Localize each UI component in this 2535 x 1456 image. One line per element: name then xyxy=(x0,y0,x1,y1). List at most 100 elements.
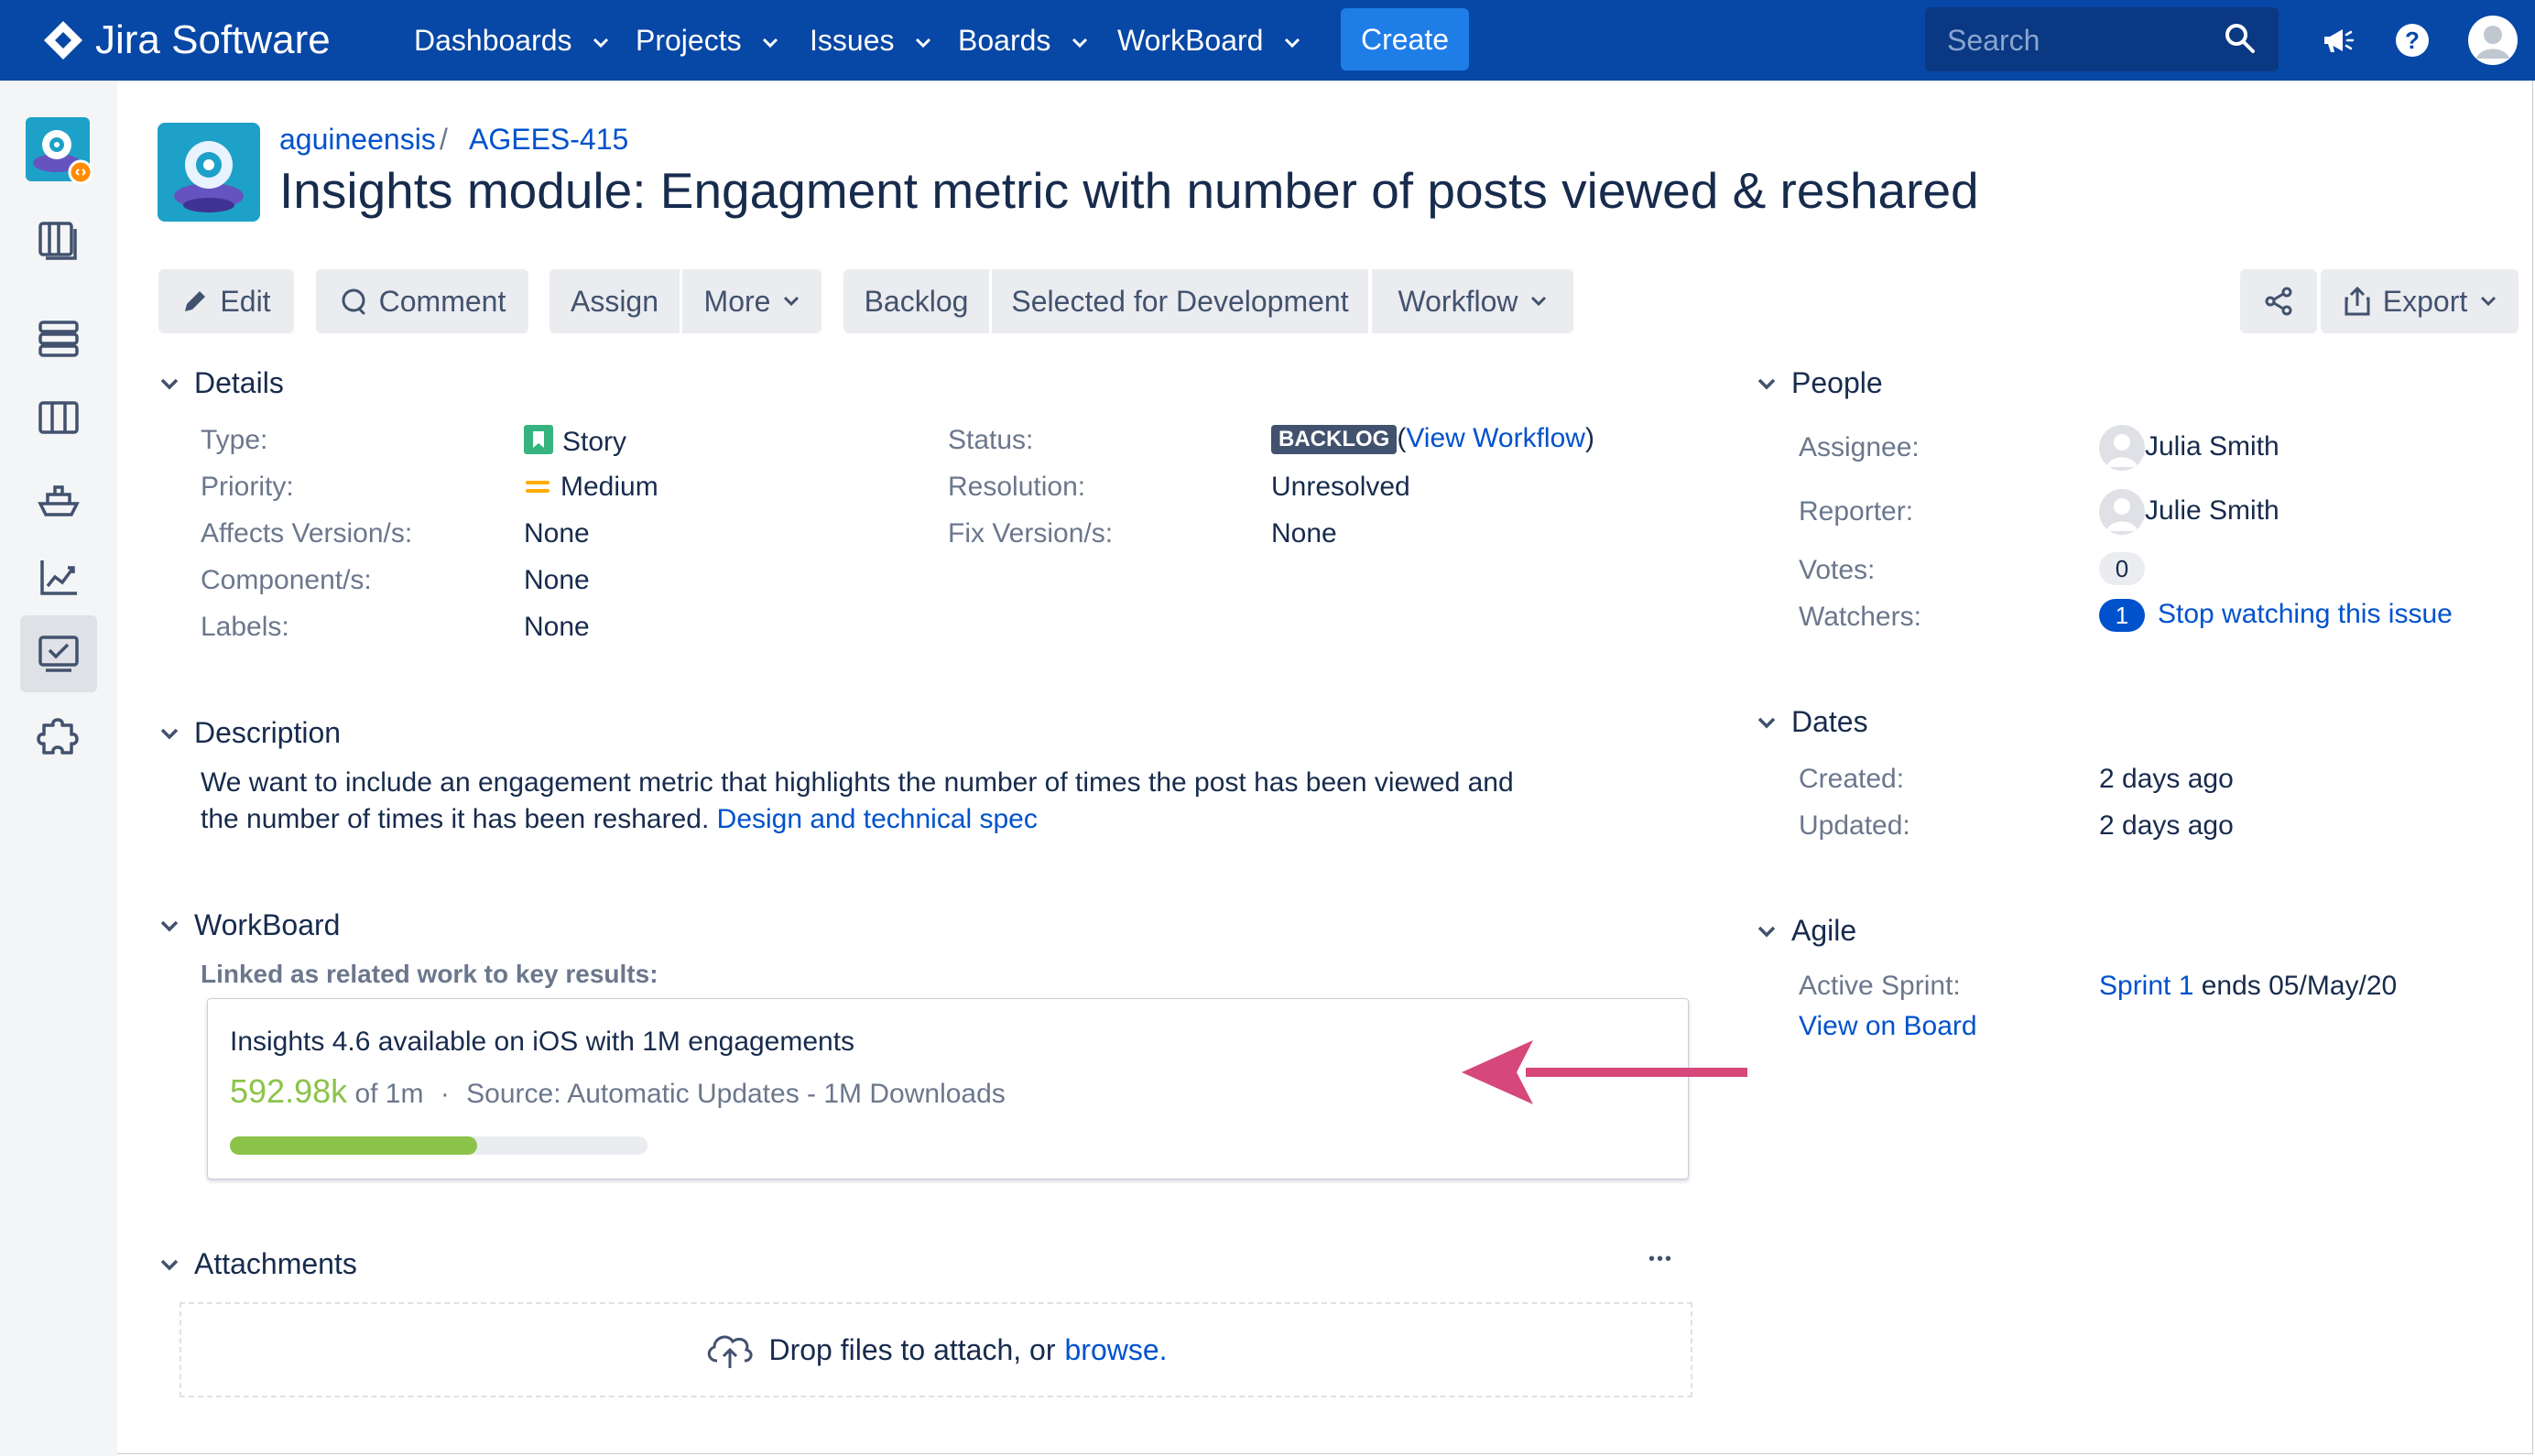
breadcrumb-issue-key[interactable]: AGEES-415 xyxy=(469,123,628,157)
nav-dashboards-label: Dashboards xyxy=(414,24,572,57)
search-icon[interactable] xyxy=(2224,22,2257,55)
chevron-down-icon xyxy=(160,728,179,739)
paren-close: ) xyxy=(1584,423,1594,453)
watchers-count-badge[interactable]: 1 xyxy=(2099,599,2145,633)
dates-section-toggle[interactable]: Dates xyxy=(1757,705,1868,739)
details-section-toggle[interactable]: Details xyxy=(159,366,284,400)
attachments-heading: Attachments xyxy=(194,1247,357,1280)
affects-version-value: None xyxy=(524,518,590,549)
description-section-toggle[interactable]: Description xyxy=(159,716,341,750)
assignee-name: Julia Smith xyxy=(2145,430,2279,462)
browse-link[interactable]: browse. xyxy=(1064,1333,1167,1367)
nav-dashboards[interactable]: Dashboards xyxy=(414,0,609,81)
description-line-2[interactable]: the number of times it has been reshared… xyxy=(201,804,1038,835)
stack-icon xyxy=(38,321,79,357)
breadcrumb-separator: / xyxy=(440,123,448,156)
nav-workboard[interactable]: WorkBoard xyxy=(1117,0,1300,81)
view-workflow-link[interactable]: View Workflow xyxy=(1406,423,1585,453)
jira-logo[interactable]: Jira Software xyxy=(42,16,331,64)
project-avatar[interactable] xyxy=(158,123,260,222)
active-sprint-value: Sprint 1 ends 05/May/20 xyxy=(2099,971,2397,1002)
share-icon xyxy=(2265,287,2292,316)
sidebar-board[interactable] xyxy=(20,379,97,456)
fix-version-value: None xyxy=(1271,518,1337,549)
breadcrumb-project[interactable]: aguineensis xyxy=(279,123,436,157)
workflow-button[interactable]: Workflow xyxy=(1372,269,1573,333)
key-result-title[interactable]: Insights 4.6 available on iOS with 1M en… xyxy=(230,1027,854,1058)
stop-watching-link[interactable]: Stop watching this issue xyxy=(2158,599,2453,629)
sprint-link[interactable]: Sprint 1 xyxy=(2099,971,2193,1001)
reporter-name: Julie Smith xyxy=(2145,494,2279,526)
type-value: Story xyxy=(524,425,626,458)
resolution-value: Unresolved xyxy=(1271,472,1410,502)
reporter-value[interactable]: Julie Smith xyxy=(2099,489,2279,535)
cloud-upload-icon xyxy=(708,1335,753,1368)
search-input[interactable] xyxy=(1945,7,2224,73)
fix-version-label: Fix Version/s: xyxy=(948,518,1114,549)
sidebar-project-avatar[interactable] xyxy=(20,112,97,189)
share-button[interactable] xyxy=(2240,269,2317,333)
description-line-1[interactable]: We want to include an engagement metric … xyxy=(201,767,1514,799)
workflow-label: Workflow xyxy=(1398,284,1518,318)
comment-label: Comment xyxy=(378,284,506,318)
ship-icon xyxy=(38,485,80,516)
export-button[interactable]: Export xyxy=(2321,269,2519,333)
user-avatar-icon[interactable] xyxy=(2467,15,2519,66)
nav-issues[interactable]: Issues xyxy=(810,0,931,81)
user-avatar-icon xyxy=(2106,434,2138,467)
attachment-dropzone[interactable]: Drop files to attach, or browse. xyxy=(180,1302,1692,1397)
edit-label: Edit xyxy=(220,284,271,318)
view-on-board-link[interactable]: View on Board xyxy=(1799,1011,1977,1042)
more-label: More xyxy=(703,284,771,318)
sidebar-workboard[interactable] xyxy=(20,615,97,692)
attachments-more-button[interactable]: ••• xyxy=(1648,1249,1673,1270)
reporter-label: Reporter: xyxy=(1799,496,1914,527)
labels-value[interactable]: None xyxy=(524,612,590,643)
workboard-section-toggle[interactable]: WorkBoard xyxy=(159,908,340,942)
separator-dot: · xyxy=(440,1079,450,1109)
assignee-avatar xyxy=(2099,425,2145,471)
dates-heading: Dates xyxy=(1791,705,1868,738)
sidebar-addons[interactable] xyxy=(20,696,97,773)
updated-label: Updated: xyxy=(1799,810,1910,841)
help-icon[interactable]: ? xyxy=(2394,22,2431,59)
chevron-down-icon xyxy=(1285,38,1300,48)
votes-count-badge: 0 xyxy=(2099,552,2145,586)
priority-text: Medium xyxy=(560,472,658,502)
design-spec-link[interactable]: Design and technical spec xyxy=(717,804,1038,834)
affects-version-label: Affects Version/s: xyxy=(201,518,413,549)
chevron-down-icon xyxy=(1072,38,1088,48)
agile-section-toggle[interactable]: Agile xyxy=(1757,914,1856,948)
sidebar-backlog[interactable] xyxy=(20,201,97,278)
chevron-down-icon xyxy=(763,38,778,48)
jira-diamond-icon xyxy=(44,21,82,60)
chevron-down-icon xyxy=(1531,296,1547,307)
sidebar-reports[interactable] xyxy=(20,538,97,615)
comment-button[interactable]: Comment xyxy=(316,269,528,333)
edit-button[interactable]: Edit xyxy=(158,269,294,333)
selected-for-development-button[interactable]: Selected for Development xyxy=(992,269,1368,333)
people-section-toggle[interactable]: People xyxy=(1757,366,1883,400)
sidebar-issues[interactable] xyxy=(20,300,97,377)
type-text: Story xyxy=(562,427,627,457)
priority-medium-icon xyxy=(526,481,549,493)
watchers-label: Watchers: xyxy=(1799,602,1921,632)
create-button[interactable]: Create xyxy=(1341,8,1469,71)
sprint-end-date: ends 05/May/20 xyxy=(2201,971,2398,1001)
more-button[interactable]: More xyxy=(682,269,821,333)
assign-button[interactable]: Assign xyxy=(549,269,680,333)
megaphone-icon[interactable] xyxy=(2319,22,2355,59)
watchers-value: 1 Stop watching this issue xyxy=(2099,599,2453,633)
status-value: BACKLOG (View Workflow) xyxy=(1271,423,1594,455)
priority-label: Priority: xyxy=(201,472,294,502)
sidebar-releases[interactable] xyxy=(20,460,97,537)
votes-value[interactable]: 0 xyxy=(2099,552,2158,586)
component-value: None xyxy=(524,565,590,595)
nav-boards[interactable]: Boards xyxy=(958,0,1088,81)
backlog-transition-button[interactable]: Backlog xyxy=(843,269,989,333)
attachments-section-toggle[interactable]: Attachments xyxy=(159,1247,357,1281)
issue-title[interactable]: Insights module: Engagment metric with n… xyxy=(279,161,1979,220)
description-heading: Description xyxy=(194,716,342,749)
nav-projects[interactable]: Projects xyxy=(636,0,778,81)
assignee-value[interactable]: Julia Smith xyxy=(2099,425,2279,471)
